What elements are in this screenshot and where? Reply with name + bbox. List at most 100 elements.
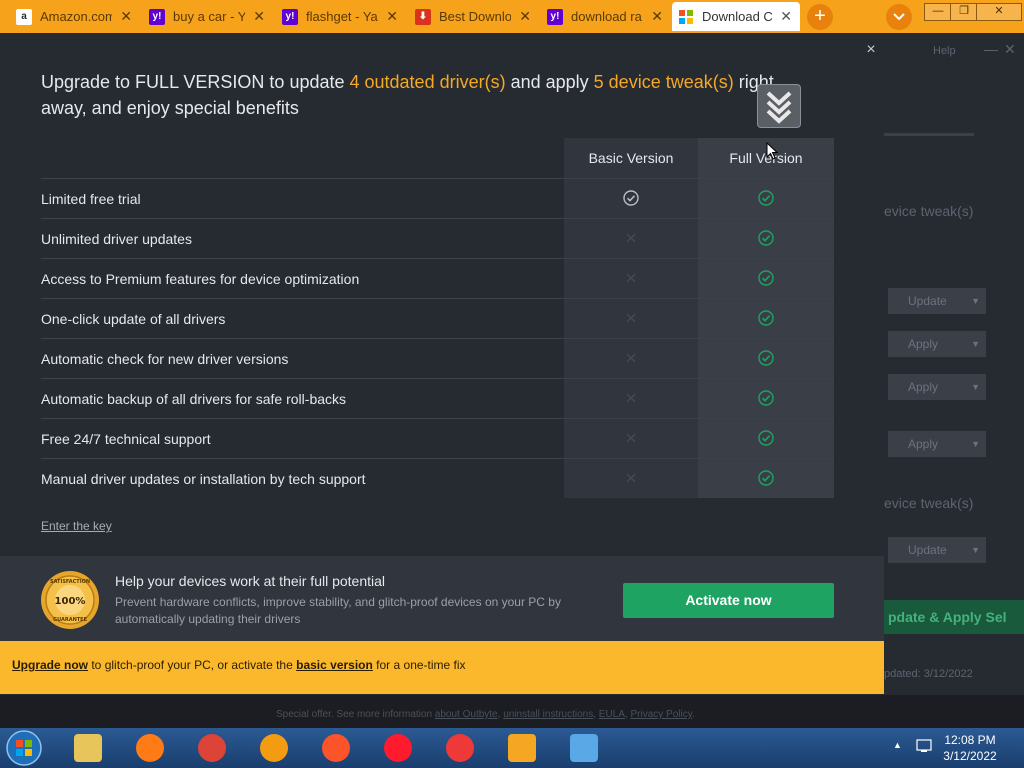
yahoo-icon: y! — [547, 8, 563, 25]
cross-icon — [623, 310, 639, 326]
browser-menu-button[interactable] — [886, 4, 912, 30]
taskbar-firefox[interactable] — [124, 730, 178, 766]
uninstall-instructions-link[interactable]: uninstall instructions — [503, 709, 593, 720]
bg-button-label: Update — [908, 294, 947, 308]
bg-update-apply-button[interactable]: pdate & Apply Sel — [884, 600, 1024, 634]
taskbar-file-explorer[interactable] — [62, 730, 116, 766]
system-clock[interactable]: 12:08 PM 3/12/2022 — [934, 732, 1006, 764]
about-outbyte-link[interactable]: about Outbyte — [435, 709, 498, 720]
background-app: Help — ✕ evice tweak(s) evice tweak(s) p… — [884, 33, 1024, 695]
close-icon[interactable]: × — [862, 41, 880, 59]
feature-row: Manual driver updates or installation by… — [41, 458, 834, 499]
activate-now-button[interactable]: Activate now — [623, 583, 834, 618]
bg-update-button[interactable]: Update ▼ — [888, 537, 986, 563]
tab-title: download ra — [571, 9, 642, 24]
tab-yahoo-download[interactable]: y! download ra ✕ — [541, 2, 671, 31]
bg-close-icon[interactable]: ✕ — [1004, 41, 1016, 58]
feature-label: One-click update of all drivers — [41, 311, 226, 327]
taskbar-chrome[interactable] — [186, 730, 240, 766]
bg-apply-button[interactable]: Apply ▼ — [888, 431, 986, 457]
basic-version-link[interactable]: basic version — [296, 658, 373, 672]
feature-label: Automatic check for new driver versions — [41, 351, 289, 367]
bg-button-label: Update — [908, 543, 947, 557]
check-icon — [758, 430, 774, 446]
promo-panel: 100% SATISFACTION GUARANTEE Help your de… — [0, 556, 884, 641]
taskbar-brave[interactable] — [310, 730, 364, 766]
vivaldi-icon — [446, 734, 474, 762]
start-button[interactable] — [2, 729, 46, 767]
bg-button-label: Apply — [908, 380, 939, 394]
browser-tab-strip: a Amazon.com ✕ y! buy a car - Y ✕ y! fla… — [0, 0, 1024, 33]
action-center-icon[interactable] — [916, 739, 932, 753]
cross-icon — [623, 350, 639, 366]
maximize-button[interactable]: ❐ — [950, 3, 978, 21]
taskbar-vivaldi[interactable] — [434, 730, 488, 766]
close-tab-icon[interactable]: ✕ — [120, 8, 132, 25]
bg-apply-button[interactable]: Apply ▼ — [888, 331, 986, 357]
privacy-policy-link[interactable]: Privacy Policy — [630, 709, 692, 720]
feature-label: Automatic backup of all drivers for safe… — [41, 391, 347, 407]
minimize-button[interactable]: — — [924, 3, 952, 21]
close-tab-icon[interactable]: ✕ — [386, 8, 398, 25]
feature-row: Unlimited driver updates — [41, 218, 834, 259]
tab-title: Download C — [702, 9, 773, 24]
bg-minimize-icon[interactable]: — — [984, 41, 998, 57]
taskbar-driver-updater[interactable] — [558, 730, 612, 766]
headline-text: and apply — [505, 72, 594, 92]
bg-button-label: Apply — [908, 337, 939, 351]
feature-row: Limited free trial — [41, 178, 834, 219]
upgrade-modal: × Upgrade to FULL VERSION to update 4 ou… — [0, 33, 884, 695]
caret-down-icon: ▼ — [971, 296, 980, 306]
caret-down-icon: ▼ — [971, 439, 980, 449]
close-tab-icon[interactable]: ✕ — [780, 8, 792, 25]
feature-label: Free 24/7 technical support — [41, 431, 211, 447]
bg-update-button[interactable]: Update ▼ — [888, 288, 986, 314]
taskbar-ccleaner[interactable] — [248, 730, 302, 766]
feature-label: Unlimited driver updates — [41, 231, 192, 247]
feature-row: Automatic check for new driver versions — [41, 338, 834, 379]
taskbar-flashget[interactable] — [496, 730, 550, 766]
tray-expand-icon[interactable]: ▲ — [893, 740, 902, 750]
divider — [884, 133, 974, 136]
flashget-icon — [508, 734, 536, 762]
footer-text: . — [691, 709, 695, 720]
tab-yahoo-flashget[interactable]: y! flashget - Ya ✕ — [276, 2, 406, 31]
eula-link[interactable]: EULA — [599, 709, 625, 720]
tab-title: buy a car - Y — [173, 9, 245, 24]
help-link[interactable]: Help — [933, 45, 956, 57]
tab-yahoo-buy-car[interactable]: y! buy a car - Y ✕ — [143, 2, 273, 31]
enter-key-link[interactable]: Enter the key — [41, 519, 112, 533]
windows-icon — [678, 8, 694, 25]
tab-title: flashget - Ya — [306, 9, 378, 24]
clock-date: 3/12/2022 — [943, 749, 997, 763]
outdated-drivers-count: 4 outdated driver(s) — [349, 72, 506, 92]
taskbar-opera[interactable] — [372, 730, 426, 766]
download-icon: ⬇ — [415, 8, 431, 25]
brave-icon — [322, 734, 350, 762]
close-tab-icon[interactable]: ✕ — [651, 8, 663, 25]
tab-best-downloads[interactable]: ⬇ Best Downlo ✕ — [409, 2, 539, 31]
updated-label: pdated: 3/12/2022 — [884, 668, 973, 680]
bg-apply-button[interactable]: Apply ▼ — [888, 374, 986, 400]
check-icon — [758, 270, 774, 286]
feature-row: One-click update of all drivers — [41, 298, 834, 339]
close-window-button[interactable]: ✕ — [976, 3, 1022, 21]
upgrade-bar: Upgrade now to glitch-proof your PC, or … — [0, 641, 884, 694]
cross-icon — [623, 430, 639, 446]
feature-label: Limited free trial — [41, 191, 141, 207]
tweaks-label: evice tweak(s) — [884, 203, 974, 219]
amazon-icon: a — [16, 8, 32, 25]
footer-note: Special offer. See more information abou… — [276, 709, 695, 720]
caret-down-icon: ▼ — [971, 382, 980, 392]
upgrade-now-link[interactable]: Upgrade now — [12, 658, 88, 672]
caret-down-icon: ▼ — [971, 545, 980, 555]
tab-amazon[interactable]: a Amazon.com ✕ — [10, 2, 140, 31]
headline: Upgrade to FULL VERSION to update 4 outd… — [41, 69, 811, 121]
svg-text:100%: 100% — [55, 596, 86, 607]
close-tab-icon[interactable]: ✕ — [519, 8, 531, 25]
new-tab-button[interactable]: + — [807, 4, 833, 30]
close-tab-icon[interactable]: ✕ — [253, 8, 265, 25]
tab-download-active[interactable]: Download C ✕ — [672, 2, 800, 31]
basic-version-header: Basic Version — [588, 150, 674, 166]
footer-text: Special offer. See more information — [276, 709, 435, 720]
